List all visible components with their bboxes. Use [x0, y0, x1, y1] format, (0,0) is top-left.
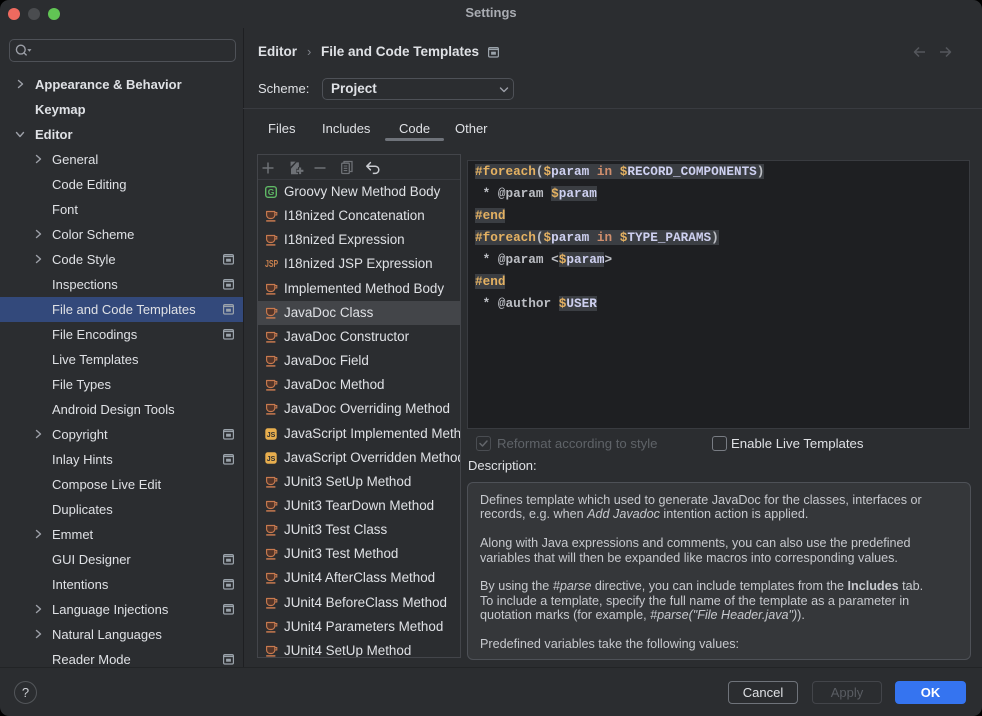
svg-text:JS: JS [267, 432, 276, 439]
svg-text:JS: JS [267, 456, 276, 463]
svg-text:G: G [268, 187, 275, 197]
